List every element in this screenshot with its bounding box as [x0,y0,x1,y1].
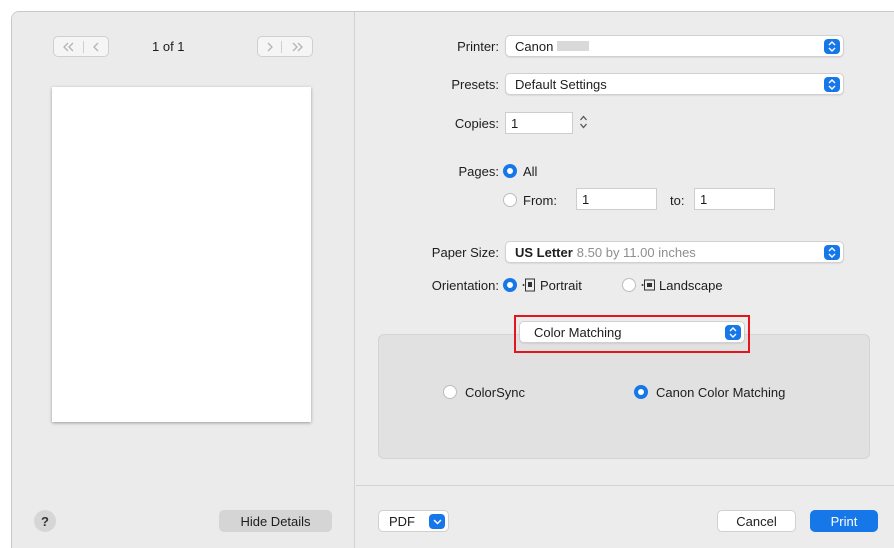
canon-color-matching-label: Canon Color Matching [656,385,786,400]
printer-value: Canon [515,38,554,54]
popup-chevron-icon [824,39,840,54]
previous-page-icon[interactable] [92,42,100,52]
paper-size-label: Paper Size: [431,245,499,260]
pages-to-label: to: [670,193,685,208]
paper-size-value: US Letter [515,244,573,260]
settings-pane: Printer: Canon Presets: Default Settings… [356,12,894,548]
colorsync-label: ColorSync [465,385,525,400]
copies-input[interactable]: 1 [505,112,573,134]
dropdown-chevron-icon [429,514,445,529]
landscape-radio[interactable] [622,278,636,292]
landscape-label: Landscape [659,278,723,293]
print-dialog: 1 of 1 ? Hide Details Printer: Canon Pre… [11,11,894,548]
last-page-icon[interactable] [290,42,304,52]
copies-label: Copies: [454,116,499,131]
pages-from-radio[interactable] [503,193,517,207]
first-page-icon[interactable] [62,42,76,52]
paper-size-popup[interactable]: US Letter 8.50 by 11.00 inches [505,241,844,263]
presets-value: Default Settings [515,76,607,92]
preview-pane: 1 of 1 ? Hide Details [12,12,355,548]
divider [356,485,894,486]
page-preview [52,87,311,422]
hide-details-button[interactable]: Hide Details [219,510,332,532]
help-button[interactable]: ? [34,510,56,532]
paper-size-detail: 8.50 by 11.00 inches [576,244,696,260]
print-button[interactable]: Print [810,510,878,532]
portrait-radio[interactable] [503,278,517,292]
first-previous-page-control[interactable] [53,36,109,57]
next-page-icon[interactable] [266,42,274,52]
printer-label: Printer: [457,39,499,54]
landscape-orientation-icon [641,278,655,292]
popup-chevron-icon [824,245,840,260]
printer-popup[interactable]: Canon [505,35,844,57]
divider [281,40,283,53]
colorsync-radio[interactable] [443,385,457,399]
pdf-label: PDF [389,513,415,529]
pages-all-label: All [523,164,538,179]
pages-from-label: From: [523,193,557,208]
canon-color-matching-radio[interactable] [634,385,648,399]
presets-popup[interactable]: Default Settings [505,73,844,95]
next-last-page-control[interactable] [257,36,313,57]
pages-all-radio[interactable] [503,164,517,178]
orientation-label: Orientation: [431,278,499,293]
pages-label: Pages: [458,164,499,179]
portrait-orientation-icon [522,278,536,292]
page-counter: 1 of 1 [152,39,185,54]
highlight-frame [514,315,750,353]
pdf-menu-button[interactable]: PDF [378,510,449,532]
stepper-icon [579,114,588,133]
cancel-button[interactable]: Cancel [717,510,796,532]
portrait-label: Portrait [540,278,582,293]
presets-label: Presets: [451,77,499,92]
copies-stepper[interactable] [577,112,590,134]
divider [83,40,85,53]
popup-chevron-icon [824,77,840,92]
redacted-printer-model [557,41,590,51]
pages-from-input[interactable]: 1 [576,188,657,210]
pages-to-input[interactable]: 1 [694,188,775,210]
